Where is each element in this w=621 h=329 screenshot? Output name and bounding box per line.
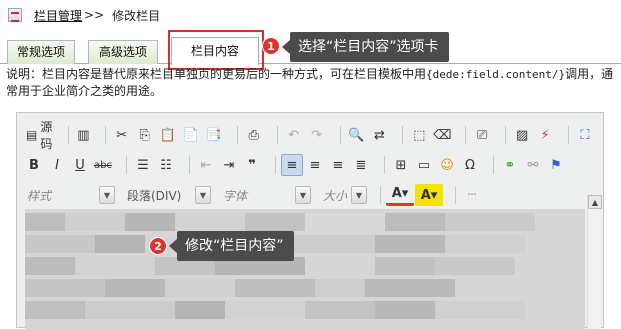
chevron-down-icon: ▼ <box>351 186 367 204</box>
paste-word-icon[interactable]: 📑 <box>203 124 225 146</box>
preview-icon[interactable]: ⎚ <box>471 124 493 146</box>
step-badge-2: 2 <box>149 237 167 255</box>
breadcrumb: 栏目管理 >> 修改栏目 <box>0 0 621 30</box>
replace-icon[interactable]: ⇄ <box>368 124 390 146</box>
redo-icon[interactable]: ↷ <box>306 124 328 146</box>
font-combo-label: 字体 <box>223 188 248 203</box>
tab-highlight-box <box>168 30 264 70</box>
horizontal-rule-icon[interactable]: ▭ <box>413 154 435 176</box>
indent-icon[interactable]: ⇥ <box>218 154 240 176</box>
image-icon[interactable]: ▨ <box>511 124 533 146</box>
step-badge-1: 1 <box>262 37 280 55</box>
chevron-down-icon: ▼ <box>99 186 115 204</box>
remove-format-icon[interactable]: ⌫ <box>431 124 453 146</box>
italic-icon[interactable]: I <box>46 154 68 176</box>
print-icon[interactable]: ⎙ <box>243 124 265 146</box>
style-combo[interactable]: 样式 ▼ <box>23 185 115 205</box>
size-combo[interactable]: 大小 ▼ <box>319 185 367 205</box>
align-justify-icon[interactable]: ≣ <box>350 154 372 176</box>
special-char-icon[interactable]: Ω <box>459 154 481 176</box>
unlink-icon[interactable]: ⚯ <box>522 154 544 176</box>
align-right-icon[interactable]: ≡ <box>327 154 349 176</box>
templates-icon[interactable]: ▥ <box>74 124 93 146</box>
smiley-icon[interactable]: ☺ <box>436 154 458 176</box>
description-code: {dede:field.content/} <box>426 68 566 81</box>
format-combo-label: 段落(DIV) <box>127 188 182 203</box>
style-combo-label: 样式 <box>27 188 52 203</box>
scroll-up-icon[interactable]: ▲ <box>588 195 602 209</box>
underline-icon[interactable]: U <box>69 154 91 176</box>
copy-icon[interactable]: ⎘ <box>134 124 156 146</box>
align-center-icon[interactable]: ≡ <box>304 154 326 176</box>
chevron-down-icon: ▼ <box>195 186 211 204</box>
source-label: 源码 <box>40 120 53 151</box>
editor-scrollbar[interactable]: ▲ <box>587 195 602 329</box>
find-icon[interactable]: 🔍 <box>345 124 367 146</box>
toolbar-row-3: 样式 ▼ 段落(DIV) ▼ 字体 ▼ 大小 ▼ A▾ A▾ ⋯ <box>23 183 490 207</box>
link-icon[interactable]: ⚭ <box>499 154 521 176</box>
text-color-icon[interactable]: A▾ <box>386 184 414 206</box>
bullet-list-icon[interactable]: ☷ <box>155 154 177 176</box>
chevron-down-icon: ▼ <box>295 186 311 204</box>
cut-icon[interactable]: ✂ <box>111 124 133 146</box>
toolbar-row-2: B I U abc ☰ ☷ ⇤ ⇥ ❞ ≡ ≡ ≡ ≣ ⊞ ▭ ☺ Ω ⚭ ⚯ … <box>23 153 574 177</box>
format-combo[interactable]: 段落(DIV) ▼ <box>123 185 211 205</box>
rich-text-editor: ▤ 源码 ▥ ✂ ⎘ 📋 📄 📑 ⎙ ↶ ↷ 🔍 ⇄ ⬚ ⌫ ⎚ ▨ ⚡ ⛶ B… <box>16 112 604 329</box>
flash-icon[interactable]: ⚡ <box>534 124 556 146</box>
bg-color-icon[interactable]: A▾ <box>415 184 443 206</box>
column-content-description: 说明：栏目内容是替代原来栏目单独页的更易后的一种方式，可在栏目模板中用{dede… <box>6 66 618 100</box>
column-manage-icon <box>8 8 22 22</box>
toolbar-row-1: ▤ 源码 ▥ ✂ ⎘ 📋 📄 📑 ⎙ ↶ ↷ 🔍 ⇄ ⬚ ⌫ ⎚ ▨ ⚡ ⛶ <box>23 120 603 151</box>
breadcrumb-current: 修改栏目 <box>112 8 161 23</box>
size-combo-label: 大小 <box>323 188 348 203</box>
align-left-icon[interactable]: ≡ <box>281 154 303 176</box>
breadcrumb-section-link[interactable]: 栏目管理 <box>34 7 82 24</box>
table-icon[interactable]: ⊞ <box>390 154 412 176</box>
blockquote-icon[interactable]: ❞ <box>241 154 263 176</box>
anchor-icon[interactable]: ⚑ <box>545 154 567 176</box>
breadcrumb-separator: >> <box>84 8 105 22</box>
outdent-icon[interactable]: ⇤ <box>195 154 217 176</box>
maximize-icon[interactable]: ⛶ <box>574 124 596 146</box>
tab-advanced[interactable]: 高级选项 <box>88 40 158 64</box>
tab-general[interactable]: 常规选项 <box>7 40 75 64</box>
source-icon[interactable]: ▤ 源码 <box>23 120 62 151</box>
step-callout-1: 选择“栏目内容”选项卡 <box>282 32 449 62</box>
page-break-icon[interactable]: ⋯ <box>461 184 483 206</box>
editor-content-area[interactable]: 2 修改“栏目内容” <box>25 209 585 329</box>
paste-icon[interactable]: 📋 <box>157 124 179 146</box>
strikethrough-icon[interactable]: abc <box>92 154 114 176</box>
select-all-icon[interactable]: ⬚ <box>408 124 430 146</box>
bold-icon[interactable]: B <box>23 154 45 176</box>
paste-text-icon[interactable]: 📄 <box>180 124 202 146</box>
font-combo[interactable]: 字体 ▼ <box>219 185 311 205</box>
numbered-list-icon[interactable]: ☰ <box>132 154 154 176</box>
undo-icon[interactable]: ↶ <box>283 124 305 146</box>
description-prefix: 说明：栏目内容是替代原来栏目单独页的更易后的一种方式，可在栏目模板中用 <box>6 67 427 81</box>
step-callout-2: 修改“栏目内容” <box>169 231 294 261</box>
